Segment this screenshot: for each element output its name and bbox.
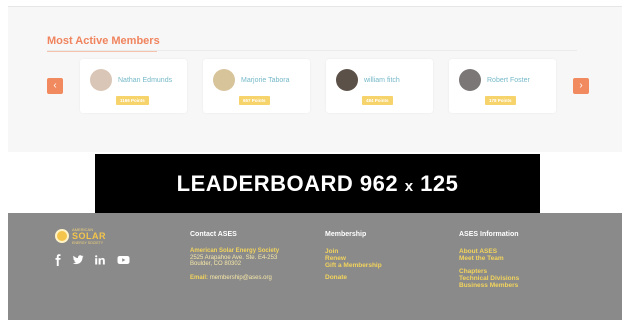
facebook-icon[interactable] <box>52 254 64 266</box>
contact-column: Contact ASES American Solar Energy Socie… <box>190 231 279 281</box>
renew-link[interactable]: Renew <box>325 255 382 262</box>
section-title: Most Active Members <box>47 35 160 47</box>
title-underline <box>47 51 157 52</box>
membership-column: Membership Join Renew Gift a Membership … <box>325 231 382 281</box>
member-name[interactable]: Robert Foster <box>487 77 530 84</box>
gift-membership-link[interactable]: Gift a Membership <box>325 262 382 269</box>
member-card[interactable]: william fitch 484 Points <box>326 59 433 113</box>
avatar <box>336 69 358 91</box>
donate-link[interactable]: Donate <box>325 274 382 281</box>
points-badge: 178 Points <box>485 96 516 105</box>
ad-text-x: x <box>404 178 414 195</box>
carousel-next-button[interactable]: › <box>573 78 589 94</box>
join-link[interactable]: Join <box>325 248 382 255</box>
member-name[interactable]: Marjorie Tabora <box>241 77 290 84</box>
business-members-link[interactable]: Business Members <box>459 282 519 289</box>
logo-sub-text: ENERGY SOCIETY <box>72 241 104 245</box>
member-name[interactable]: william fitch <box>364 77 400 84</box>
ases-info-column: ASES Information About ASES Meet the Tea… <box>459 231 519 289</box>
ad-text-end: 125 <box>413 171 459 196</box>
leaderboard-ad[interactable]: LEADERBOARD 962 x 125 <box>95 154 540 214</box>
logo-main-text: SOLAR <box>72 231 106 241</box>
chevron-right-icon: › <box>579 80 583 91</box>
ases-logo[interactable]: AMERICAN SOLAR ENERGY SOCIETY <box>55 227 115 245</box>
carousel-prev-button[interactable]: ‹ <box>47 78 63 94</box>
team-link[interactable]: Meet the Team <box>459 255 519 262</box>
points-badge: 657 Points <box>239 96 270 105</box>
points-badge: 1166 Points <box>116 96 149 105</box>
avatar <box>459 69 481 91</box>
site-footer: AMERICAN SOLAR ENERGY SOCIETY Contact AS… <box>8 213 622 320</box>
member-card[interactable]: Marjorie Tabora 657 Points <box>203 59 310 113</box>
contact-heading: Contact ASES <box>190 231 237 238</box>
about-link[interactable]: About ASES <box>459 248 519 255</box>
info-heading: ASES Information <box>459 231 519 238</box>
points-badge: 484 Points <box>362 96 393 105</box>
twitter-icon[interactable] <box>72 254 84 266</box>
email-link[interactable]: membership@ases.org <box>210 275 272 281</box>
technical-divisions-link[interactable]: Technical Divisions <box>459 275 519 282</box>
youtube-icon[interactable] <box>117 254 130 266</box>
avatar <box>213 69 235 91</box>
org-name: American Solar Energy Society <box>190 248 280 254</box>
sun-icon <box>55 229 69 243</box>
address-line-2: Boulder, CO 80302 <box>190 261 242 267</box>
member-card[interactable]: Nathan Edmunds 1166 Points <box>80 59 187 113</box>
ad-text-main: LEADERBOARD 962 <box>176 171 405 196</box>
email-label: Email: <box>190 274 209 281</box>
chapters-link[interactable]: Chapters <box>459 268 519 275</box>
membership-heading: Membership <box>325 231 367 238</box>
member-name[interactable]: Nathan Edmunds <box>118 77 172 84</box>
ad-text: LEADERBOARD 962 x 125 <box>95 171 540 197</box>
avatar <box>90 69 112 91</box>
linkedin-icon[interactable] <box>94 254 106 266</box>
email-row: Email: membership@ases.org <box>190 275 279 281</box>
member-card[interactable]: Robert Foster 178 Points <box>449 59 556 113</box>
chevron-left-icon: ‹ <box>53 80 57 91</box>
most-active-members-section: Most Active Members ‹ Nathan Edmunds 116… <box>8 6 622 152</box>
